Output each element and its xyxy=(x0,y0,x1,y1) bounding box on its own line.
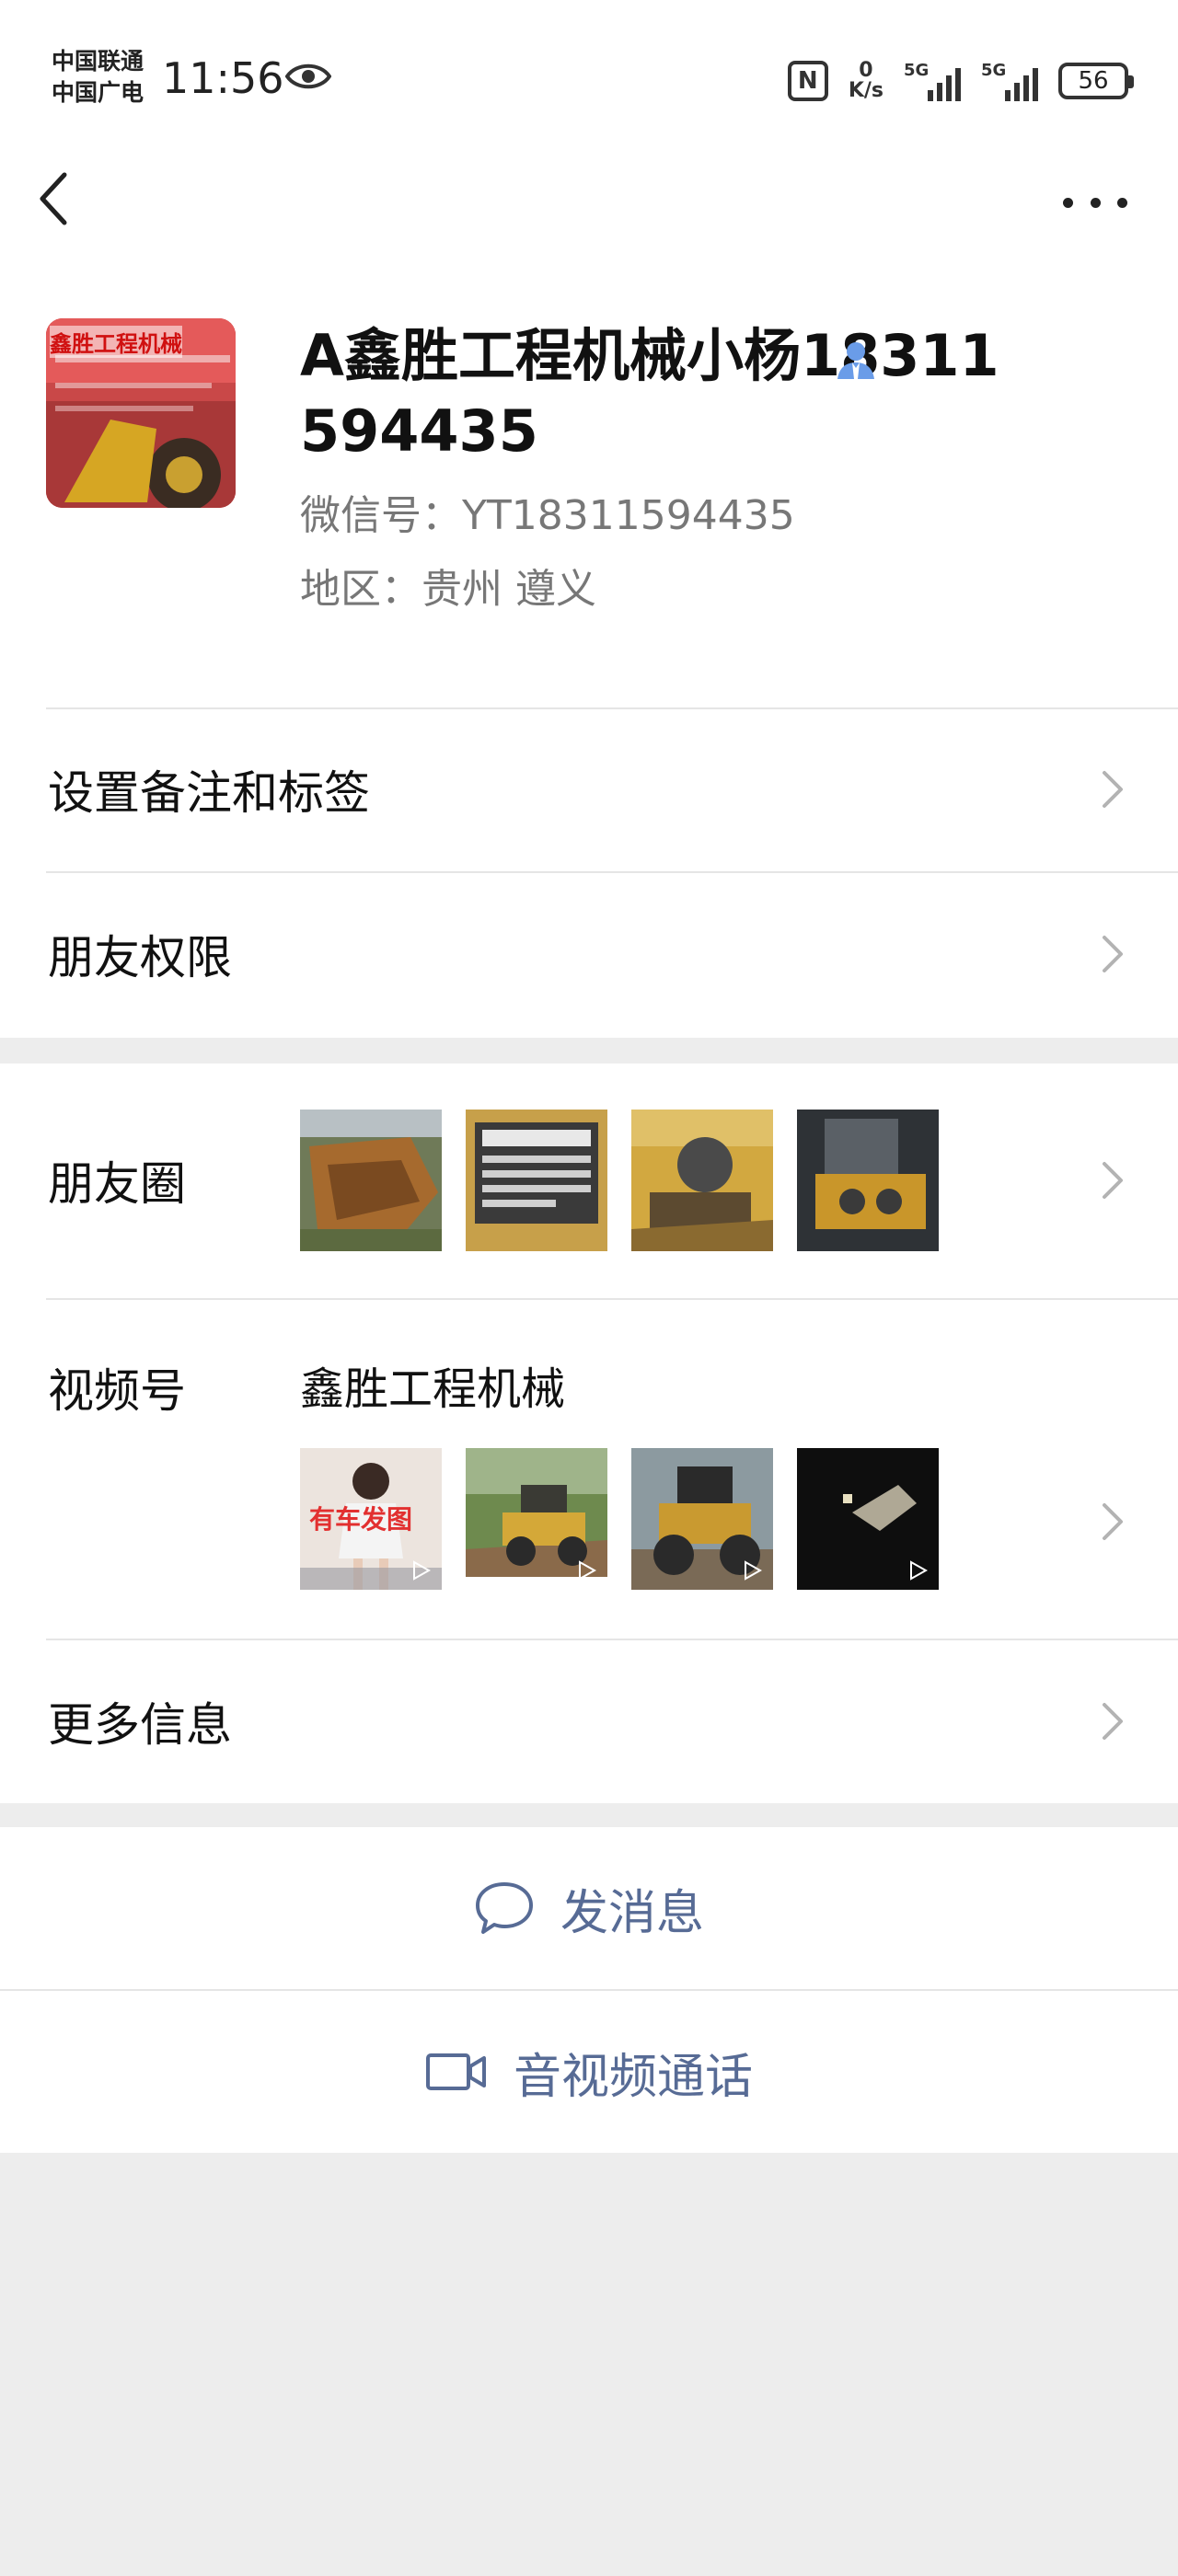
region: 地区：贵州 遵义 xyxy=(300,566,596,613)
chat-bubble-icon xyxy=(475,1882,533,1934)
chevron-right-icon xyxy=(1103,936,1123,972)
net-speed: 0 K/s xyxy=(848,59,884,102)
clock: 11:56 xyxy=(162,53,284,103)
remark-tags-label: 设置备注和标签 xyxy=(48,766,370,820)
channel-name: 鑫胜工程机械 xyxy=(300,1363,566,1415)
verified-user-icon xyxy=(837,342,874,379)
section-gap xyxy=(0,1803,1178,1827)
dot-icon xyxy=(1063,197,1073,208)
play-icon xyxy=(579,1560,596,1581)
chevron-right-icon xyxy=(1103,1703,1123,1740)
play-icon xyxy=(910,1560,928,1581)
play-icon xyxy=(413,1560,431,1581)
status-icons: N 0 K/s 5G 5G 56 xyxy=(787,53,1134,109)
channel-video-caption: 有车发图 xyxy=(309,1504,413,1535)
carrier-2: 中国广电 xyxy=(52,79,144,106)
avatar[interactable]: 鑫胜工程机械 xyxy=(46,318,236,508)
wechat-id: 微信号：YT18311594435 xyxy=(300,492,795,539)
video-camera-icon xyxy=(425,2053,486,2090)
carrier-labels: 中国联通 中国广电 xyxy=(52,46,144,109)
moments-photo[interactable] xyxy=(300,1110,442,1251)
more-options-button[interactable] xyxy=(1063,184,1127,221)
channel-thumbnails: 有车发图 xyxy=(300,1448,939,1590)
moments-photo[interactable] xyxy=(797,1110,939,1251)
channel-video[interactable] xyxy=(466,1448,607,1590)
moments-photo[interactable] xyxy=(631,1110,773,1251)
signal-icon-2: 5G xyxy=(981,61,1038,101)
more-info-label: 更多信息 xyxy=(48,1698,232,1752)
status-bar: 中国联通 中国广电 11:56 N 0 K/s 5G 5G 56 xyxy=(0,0,1178,156)
chevron-right-icon xyxy=(1103,1503,1123,1540)
avatar-caption: 鑫胜工程机械 xyxy=(50,326,182,358)
carrier-1: 中国联通 xyxy=(52,48,144,75)
send-message-button[interactable]: 发消息 xyxy=(0,1827,1178,1989)
chevron-right-icon xyxy=(1103,1162,1123,1199)
chevron-left-icon xyxy=(40,172,67,225)
dot-icon xyxy=(1090,197,1101,208)
signal-icon-1: 5G xyxy=(904,61,961,101)
remark-tags-row[interactable]: 设置备注和标签 xyxy=(0,708,1178,870)
video-call-label: 音视频通话 xyxy=(513,2049,753,2105)
contact-name: A鑫胜工程机械小杨18311594435 xyxy=(300,322,999,465)
battery-icon: 56 xyxy=(1058,63,1134,99)
chevron-right-icon xyxy=(1103,771,1123,808)
friend-permission-row[interactable]: 朋友权限 xyxy=(0,872,1178,1036)
moments-photo[interactable] xyxy=(466,1110,607,1251)
channel-video[interactable] xyxy=(631,1448,773,1590)
channel-video[interactable] xyxy=(797,1448,939,1590)
moments-thumbnails xyxy=(300,1110,939,1251)
send-message-label: 发消息 xyxy=(560,1885,704,1941)
nfc-icon: N xyxy=(787,61,828,101)
play-icon xyxy=(745,1560,762,1581)
back-button[interactable] xyxy=(37,171,83,226)
channel-video[interactable]: 有车发图 xyxy=(300,1448,442,1590)
moments-label: 朋友圈 xyxy=(48,1157,186,1211)
eye-icon xyxy=(285,63,331,89)
dot-icon xyxy=(1117,197,1127,208)
more-info-row[interactable]: 更多信息 xyxy=(0,1639,1178,1803)
video-call-button[interactable]: 音视频通话 xyxy=(0,1991,1178,2153)
section-gap xyxy=(0,1038,1178,1064)
friend-permission-label: 朋友权限 xyxy=(48,931,232,984)
channels-label: 视频号 xyxy=(48,1364,186,1418)
